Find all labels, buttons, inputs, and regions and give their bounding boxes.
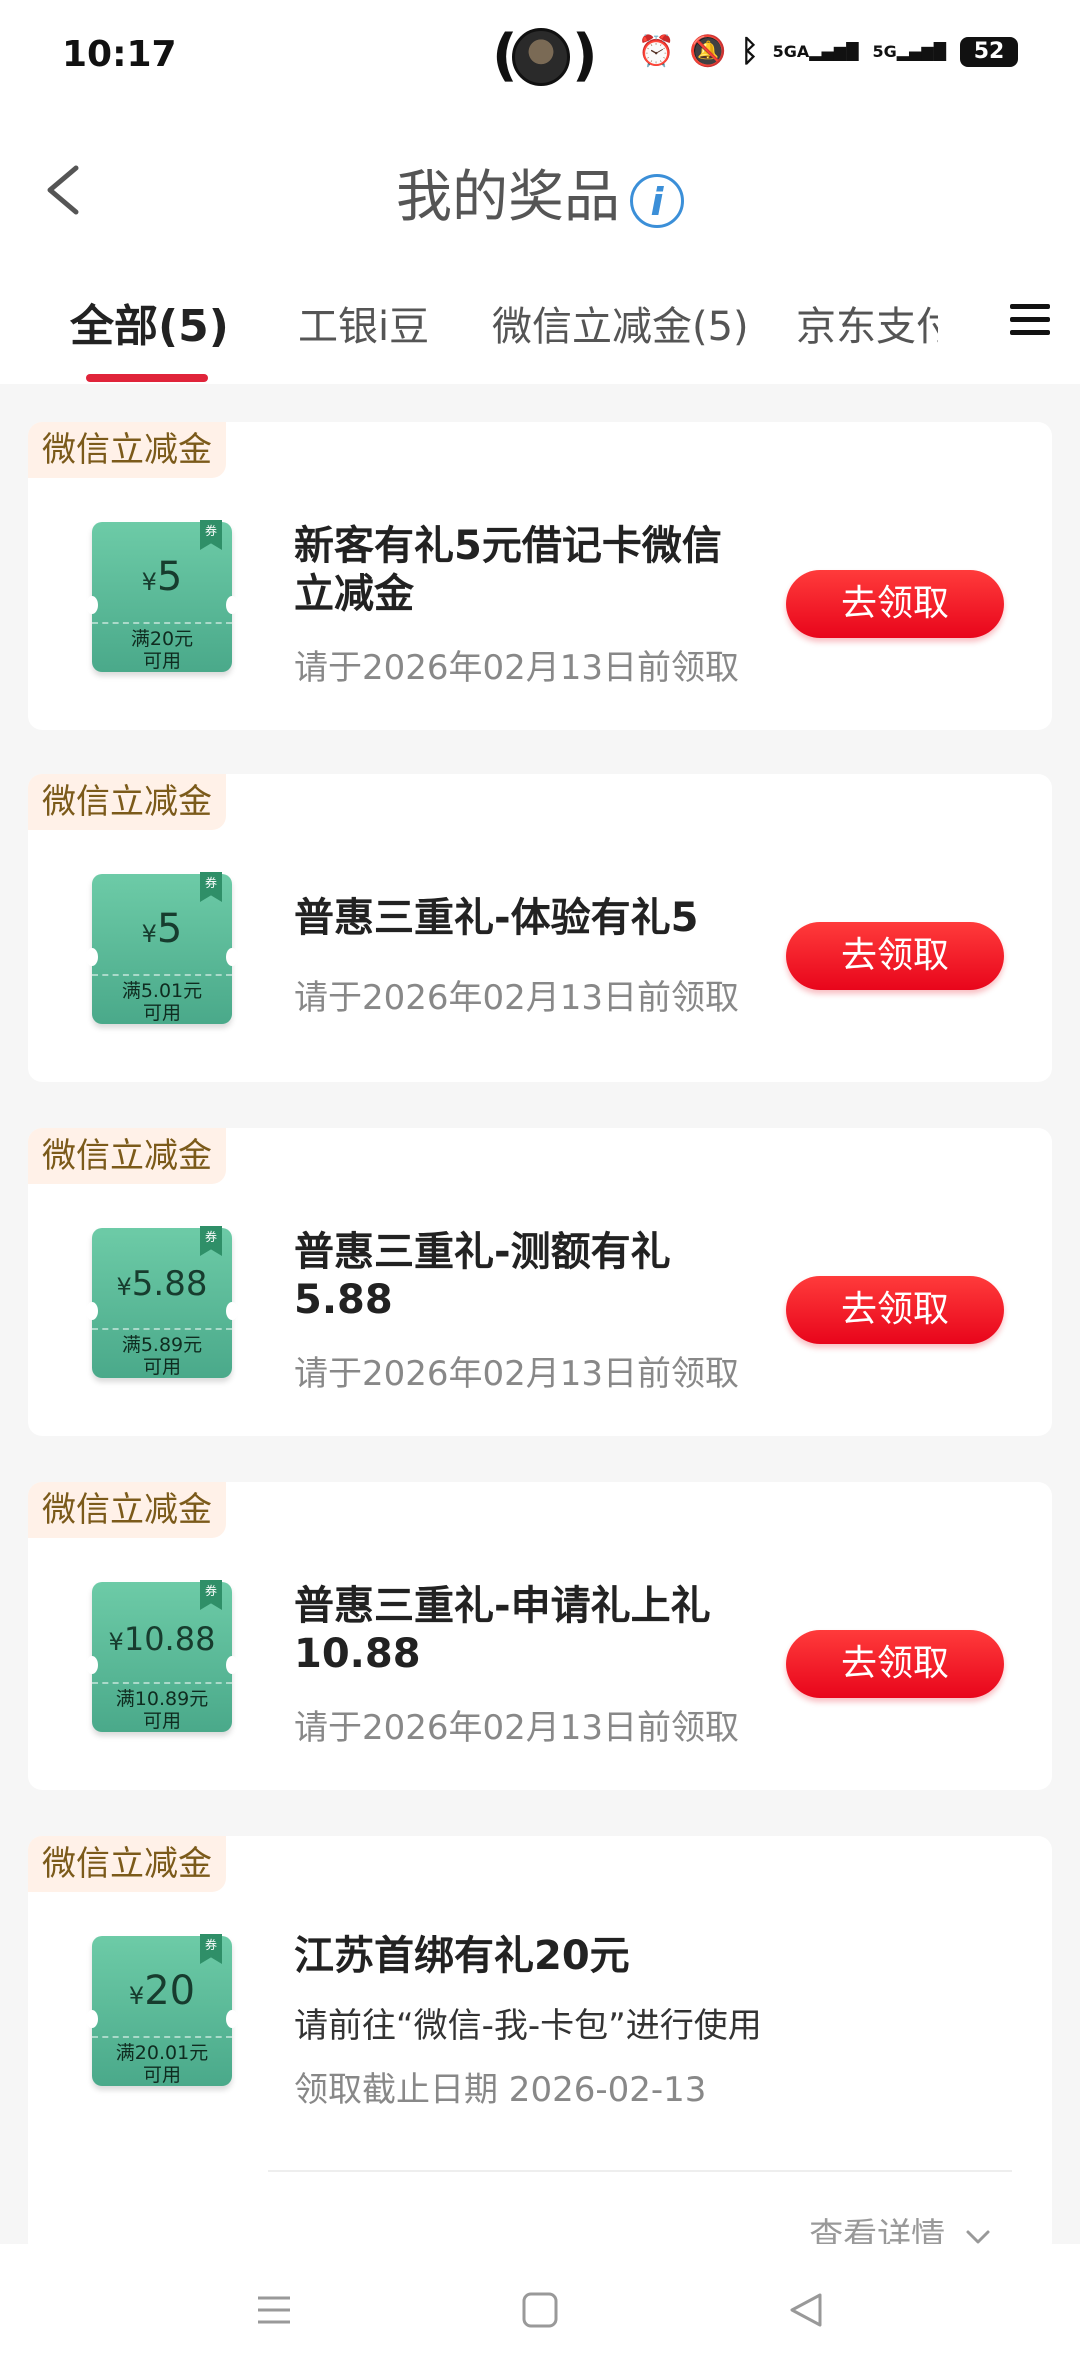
coupon-amount: ¥10.88	[108, 1620, 216, 1658]
prize-name: 新客有礼5元借记卡微信立减金	[294, 523, 722, 617]
prize-type-tag: 微信立减金	[28, 1482, 226, 1538]
prize-type-tag: 微信立减金	[28, 422, 226, 478]
claim-button[interactable]: 去领取	[786, 1630, 1004, 1698]
page-title: 我的奖品 i	[0, 152, 1080, 233]
status-time: 10:17	[62, 34, 177, 75]
status-bar: 10:17 ( ) ⏰ 🔕 ᛒ 5GA▂▄▆█ 5G▂▄▆█ 52	[0, 0, 1080, 110]
coupon-icon: 券 ¥20 满20.01元 可用	[86, 1934, 238, 2086]
mute-icon: 🔕	[689, 34, 727, 69]
tab-jd-pay[interactable]: 京东支付	[796, 294, 938, 352]
card-divider	[268, 2170, 1012, 2172]
coupon-amount: ¥5	[141, 554, 183, 600]
page-title-text: 我的奖品	[396, 165, 620, 230]
tab-wechat-discount[interactable]: 微信立减金(5)	[492, 294, 749, 352]
prize-deadline: 请于2026年02月13日前领取	[294, 1354, 740, 1394]
avatar	[512, 28, 570, 86]
battery-icon: 52	[960, 36, 1018, 67]
coupon-condition: 满20.01元 可用	[92, 2036, 232, 2086]
coupon-condition: 满20元 可用	[92, 622, 232, 672]
prize-name: 普惠三重礼-申请礼上礼10.88	[294, 1583, 711, 1677]
bluetooth-icon: ᛒ	[740, 34, 759, 69]
signal-5ga-icon: 5GA▂▄▆█	[772, 42, 859, 61]
coupon-condition: 满10.89元 可用	[92, 1682, 232, 1732]
alarm-icon: ⏰	[637, 34, 676, 69]
prize-name: 江苏首绑有礼20元	[294, 1933, 630, 1979]
prize-deadline: 请于2026年02月13日前领取	[294, 978, 740, 1018]
tab-icbc-beans[interactable]: 工银i豆	[298, 294, 429, 352]
prize-type-tag: 微信立减金	[28, 1128, 226, 1184]
prize-tabs: 全部(5) 工银i豆 微信立减金(5) 京东支付	[0, 260, 1080, 384]
coupon-amount: ¥5.88	[116, 1264, 208, 1304]
status-avatar-indicator: ( )	[492, 23, 598, 88]
signal-5g-icon: 5G▂▄▆█	[872, 42, 946, 61]
info-icon[interactable]: i	[630, 173, 684, 228]
prize-card: 微信立减金 券 ¥5 满20元 可用 新客有礼5元借记卡微信立减金 请于2026年…	[28, 422, 1052, 730]
prize-card: 微信立减金 券 ¥5.88 满5.89元 可用 普惠三重礼-测额有礼5.88 请于…	[28, 1128, 1052, 1436]
coupon-condition: 满5.89元 可用	[92, 1328, 232, 1378]
prize-type-tag: 微信立减金	[28, 774, 226, 830]
coupon-badge: 券	[200, 520, 222, 550]
prize-name: 普惠三重礼-测额有礼5.88	[294, 1229, 671, 1323]
tab-all[interactable]: 全部(5)	[70, 290, 229, 354]
coupon-badge: 券	[200, 1226, 222, 1256]
prize-deadline: 请于2026年02月13日前领取	[294, 1708, 740, 1748]
system-nav-bar	[0, 2244, 1080, 2376]
home-icon[interactable]	[520, 2290, 560, 2330]
claim-button[interactable]: 去领取	[786, 570, 1004, 638]
prize-type-tag: 微信立减金	[28, 1836, 226, 1892]
status-icons: ⏰ 🔕 ᛒ 5GA▂▄▆█ 5G▂▄▆█ 52	[638, 34, 1018, 69]
coupon-icon: 券 ¥5 满5.01元 可用	[86, 872, 238, 1024]
prize-card: 微信立减金 券 ¥20 满20.01元 可用 江苏首绑有礼20元 请前往“微信-我…	[28, 1836, 1052, 2256]
prize-card: 微信立减金 券 ¥5 满5.01元 可用 普惠三重礼-体验有礼5 请于2026年0…	[28, 774, 1052, 1082]
coupon-condition: 满5.01元 可用	[92, 974, 232, 1024]
claim-button[interactable]: 去领取	[786, 1276, 1004, 1344]
coupon-amount: ¥5	[141, 906, 183, 952]
back-nav-icon[interactable]	[786, 2290, 826, 2330]
coupon-icon: 券 ¥10.88 满10.89元 可用	[86, 1580, 238, 1732]
claim-button[interactable]: 去领取	[786, 922, 1004, 990]
coupon-icon: 券 ¥5.88 满5.89元 可用	[86, 1226, 238, 1378]
prize-card: 微信立减金 券 ¥10.88 满10.89元 可用 普惠三重礼-申请礼上礼10.8…	[28, 1482, 1052, 1790]
coupon-amount: ¥20	[128, 1968, 196, 2014]
coupon-badge: 券	[200, 1934, 222, 1964]
coupon-badge: 券	[200, 1580, 222, 1610]
page-header: 我的奖品 i	[0, 110, 1080, 260]
prize-usage-hint: 请前往“微信-我-卡包”进行使用	[294, 2006, 762, 2046]
prize-deadline: 领取截止日期 2026-02-13	[294, 2070, 707, 2110]
recent-apps-icon[interactable]	[254, 2290, 294, 2330]
menu-icon[interactable]	[1010, 300, 1050, 340]
prize-deadline: 请于2026年02月13日前领取	[294, 648, 740, 688]
coupon-badge: 券	[200, 872, 222, 902]
active-tab-indicator	[86, 374, 208, 382]
coupon-icon: 券 ¥5 满20元 可用	[86, 520, 238, 672]
prize-name: 普惠三重礼-体验有礼5	[294, 895, 699, 941]
